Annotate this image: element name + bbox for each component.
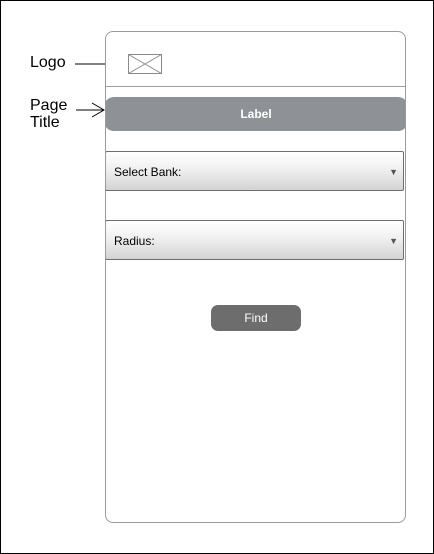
page-title-annotation-line1: Page — [30, 97, 68, 114]
triangle-down-icon: ▼ — [389, 167, 398, 177]
radius-label: Radius: — [114, 234, 155, 248]
select-bank-label: Select Bank: — [114, 165, 182, 179]
triangle-down-icon: ▼ — [389, 236, 398, 246]
header-divider — [106, 86, 405, 87]
page-title-bar: Label — [106, 97, 405, 131]
find-button[interactable]: Find — [211, 305, 301, 331]
image-placeholder-icon — [128, 54, 162, 74]
logo-annotation: Logo — [30, 54, 66, 71]
select-bank-dropdown[interactable]: Select Bank: ▼ — [106, 151, 404, 191]
radius-dropdown[interactable]: Radius: ▼ — [106, 220, 404, 260]
page-title: Label — [240, 107, 272, 121]
page-title-annotation-line2: Title — [30, 114, 60, 131]
phone-screen: Label Select Bank: ▼ Radius: ▼ Find — [105, 31, 406, 523]
